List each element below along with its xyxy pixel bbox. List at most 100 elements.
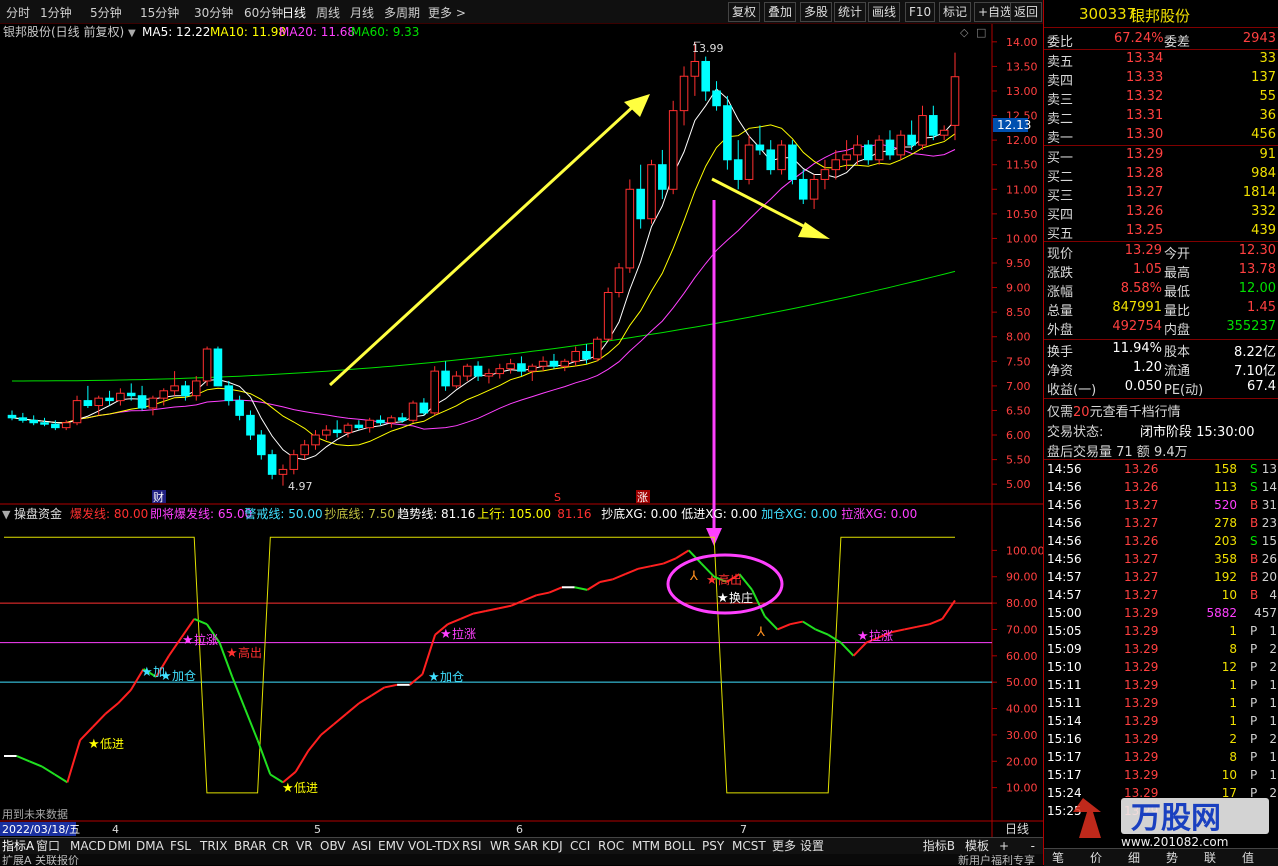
tick-volume: 358 — [1214, 552, 1237, 566]
panel-tab-3[interactable]: 势 — [1166, 849, 1178, 866]
mark-button[interactable]: 标记 — [939, 2, 972, 22]
quote-stat-row: 涨幅 8.58% 最低 12.00 — [1044, 281, 1278, 300]
stat-label: 最高 — [1164, 266, 1191, 281]
tick-volume: 1 — [1229, 678, 1237, 692]
tab-template[interactable]: 模板 — [965, 838, 989, 854]
low-price-marker: 4.97 — [288, 480, 313, 493]
indicator-tab-23[interactable]: MCST — [732, 838, 766, 854]
indicator-tab-10[interactable]: OBV — [320, 838, 346, 854]
bid-level-row[interactable]: 买二 13.28 984 — [1044, 165, 1278, 185]
signal-label: 加仓 — [172, 669, 196, 683]
period-tab-5min[interactable]: 5分钟 — [90, 4, 122, 21]
price-tick-label: 7.00 — [1006, 380, 1031, 393]
indicator-tab-6[interactable]: TRIX — [200, 838, 227, 854]
bid-level-row[interactable]: 买三 13.27 1814 — [1044, 184, 1278, 204]
indicator-tab-11[interactable]: ASI — [352, 838, 371, 854]
indicator-tab-18[interactable]: CCI — [570, 838, 590, 854]
indicator-tab-4[interactable]: DMA — [136, 838, 164, 854]
draw-line-button[interactable]: 画线 — [868, 2, 901, 22]
period-tab-weekly[interactable]: 周线 — [316, 4, 340, 21]
tick-count: 2 — [1269, 642, 1277, 656]
indicator-tab-15[interactable]: WR — [490, 838, 510, 854]
signal-rally-2: ★ 拉涨 — [440, 626, 476, 642]
panel-tab-0[interactable]: 笔 — [1052, 849, 1064, 866]
indicator-tab-20[interactable]: MTM — [632, 838, 660, 854]
f10-button[interactable]: F10 — [905, 2, 936, 22]
indicator-tab-5[interactable]: FSL — [170, 838, 191, 854]
stat-label: PE(动) — [1164, 383, 1204, 398]
tick-direction: P — [1250, 624, 1258, 638]
statistics-button[interactable]: 统计 — [834, 2, 867, 22]
bid-level-row[interactable]: 买一 13.29 91 — [1044, 146, 1278, 166]
period-tab-1min[interactable]: 1分钟 — [40, 4, 72, 21]
indicator-tab-2[interactable]: MACD — [70, 838, 106, 854]
ask-level-row[interactable]: 卖二 13.31 36 — [1044, 107, 1278, 127]
promo-text[interactable]: 仅需20元查看千档行情 — [1047, 401, 1181, 420]
period-tab-multi[interactable]: 多周期 — [384, 4, 420, 21]
tab-plus[interactable]: + — [999, 838, 1009, 854]
tick-count: 13 — [1261, 462, 1277, 476]
month-label-4: 4 — [112, 823, 119, 836]
tab-indicator-b[interactable]: 指标B — [923, 838, 955, 854]
tick-price: 13.29 — [1124, 732, 1159, 746]
ask-level-row[interactable]: 卖一 13.30 456 — [1044, 126, 1278, 146]
indicator-tab-8[interactable]: CR — [272, 838, 289, 854]
tick-price: 13.29 — [1124, 750, 1159, 764]
tick-count: 1 — [1269, 624, 1277, 638]
indicator-header-item: 低进XG: 0.00 — [681, 507, 757, 521]
period-tab-more[interactable]: 更多 > — [428, 4, 466, 21]
restore-rights-button[interactable]: 复权 — [728, 2, 761, 22]
bid-level-row[interactable]: 买四 13.26 332 — [1044, 203, 1278, 223]
kline-chart-area[interactable]: 银邦股份(日线 前复权) ▼ MA5: 12.22 MA10: 11.98 MA… — [0, 24, 1045, 837]
candle — [777, 140, 786, 175]
back-button[interactable]: 返回 — [1010, 2, 1043, 22]
ask-level-row[interactable]: 卖四 13.33 137 — [1044, 69, 1278, 89]
ask-level-row[interactable]: 卖三 13.32 55 — [1044, 88, 1278, 108]
signal-star-icon: ★ — [226, 646, 238, 661]
indicator-tab-13[interactable]: VOL-TDX — [408, 838, 460, 854]
overlay-button[interactable]: 叠加 — [764, 2, 797, 22]
indicator-tab-21[interactable]: BOLL — [664, 838, 695, 854]
tick-price: 13.29 — [1124, 696, 1159, 710]
multi-stock-button[interactable]: 多股 — [800, 2, 833, 22]
period-tab-15min[interactable]: 15分钟 — [140, 4, 179, 21]
period-tab-daily[interactable]: 日线 — [282, 4, 306, 21]
panel-tab-4[interactable]: 联 — [1204, 849, 1216, 866]
trade-status-value: 闭市阶段 15:30:00 — [1140, 425, 1255, 440]
quote-stat2-row: 净资 1.20 流通 7.10亿 — [1044, 360, 1278, 379]
indicator-tab-25[interactable]: 设置 — [800, 838, 824, 854]
kline-chart-svg[interactable]: 银邦股份(日线 前复权) ▼ MA5: 12.22 MA10: 11.98 MA… — [0, 24, 1045, 837]
status-right[interactable]: 新用户福利专享 — [958, 854, 1035, 865]
indicator-tab-0[interactable]: 指标A — [2, 838, 34, 854]
indicator-tab-14[interactable]: RSI — [462, 838, 482, 854]
indicator-tab-19[interactable]: ROC — [598, 838, 624, 854]
panel-tab-5[interactable]: 值 — [1242, 849, 1254, 866]
indicator-tab-7[interactable]: BRAR — [234, 838, 267, 854]
indicator-tab-22[interactable]: PSY — [702, 838, 724, 854]
signal-add-2: ★ 加仓 — [428, 670, 464, 685]
indicator-tab-1[interactable]: 窗口 — [36, 838, 60, 854]
period-tab-30min[interactable]: 30分钟 — [194, 4, 233, 21]
period-tab-monthly[interactable]: 月线 — [350, 4, 374, 21]
weibi-label: 委比 — [1047, 35, 1074, 50]
panel-tab-1[interactable]: 价 — [1090, 849, 1102, 866]
indicator-tab-17[interactable]: KDJ — [542, 838, 563, 854]
tick-time: 14:56 — [1047, 552, 1082, 566]
stock-name: 银邦股份 — [1130, 7, 1191, 25]
period-tab-timeshare[interactable]: 分时 — [6, 4, 30, 21]
indicator-tab-3[interactable]: DMI — [108, 838, 131, 854]
status-left[interactable]: 扩展A 关联报价 — [2, 854, 79, 865]
tick-count: 31 — [1261, 498, 1277, 512]
bid-level-row[interactable]: 买五 13.25 439 — [1044, 222, 1278, 242]
indicator-tab-9[interactable]: VR — [296, 838, 313, 854]
period-tab-60min[interactable]: 60分钟 — [244, 4, 283, 21]
tab-minus[interactable]: - — [1031, 838, 1035, 854]
tick-time: 14:56 — [1047, 516, 1082, 530]
ask-level-row[interactable]: 卖五 13.34 33 — [1044, 50, 1278, 70]
indicator-tab-16[interactable]: SAR — [514, 838, 538, 854]
panel-tab-2[interactable]: 细 — [1128, 849, 1140, 866]
price-tick-label: 7.50 — [1006, 355, 1031, 368]
indicator-tab-24[interactable]: 更多 — [772, 838, 796, 854]
indicator-tab-12[interactable]: EMV — [378, 838, 404, 854]
level-price: 13.27 — [1126, 185, 1164, 200]
